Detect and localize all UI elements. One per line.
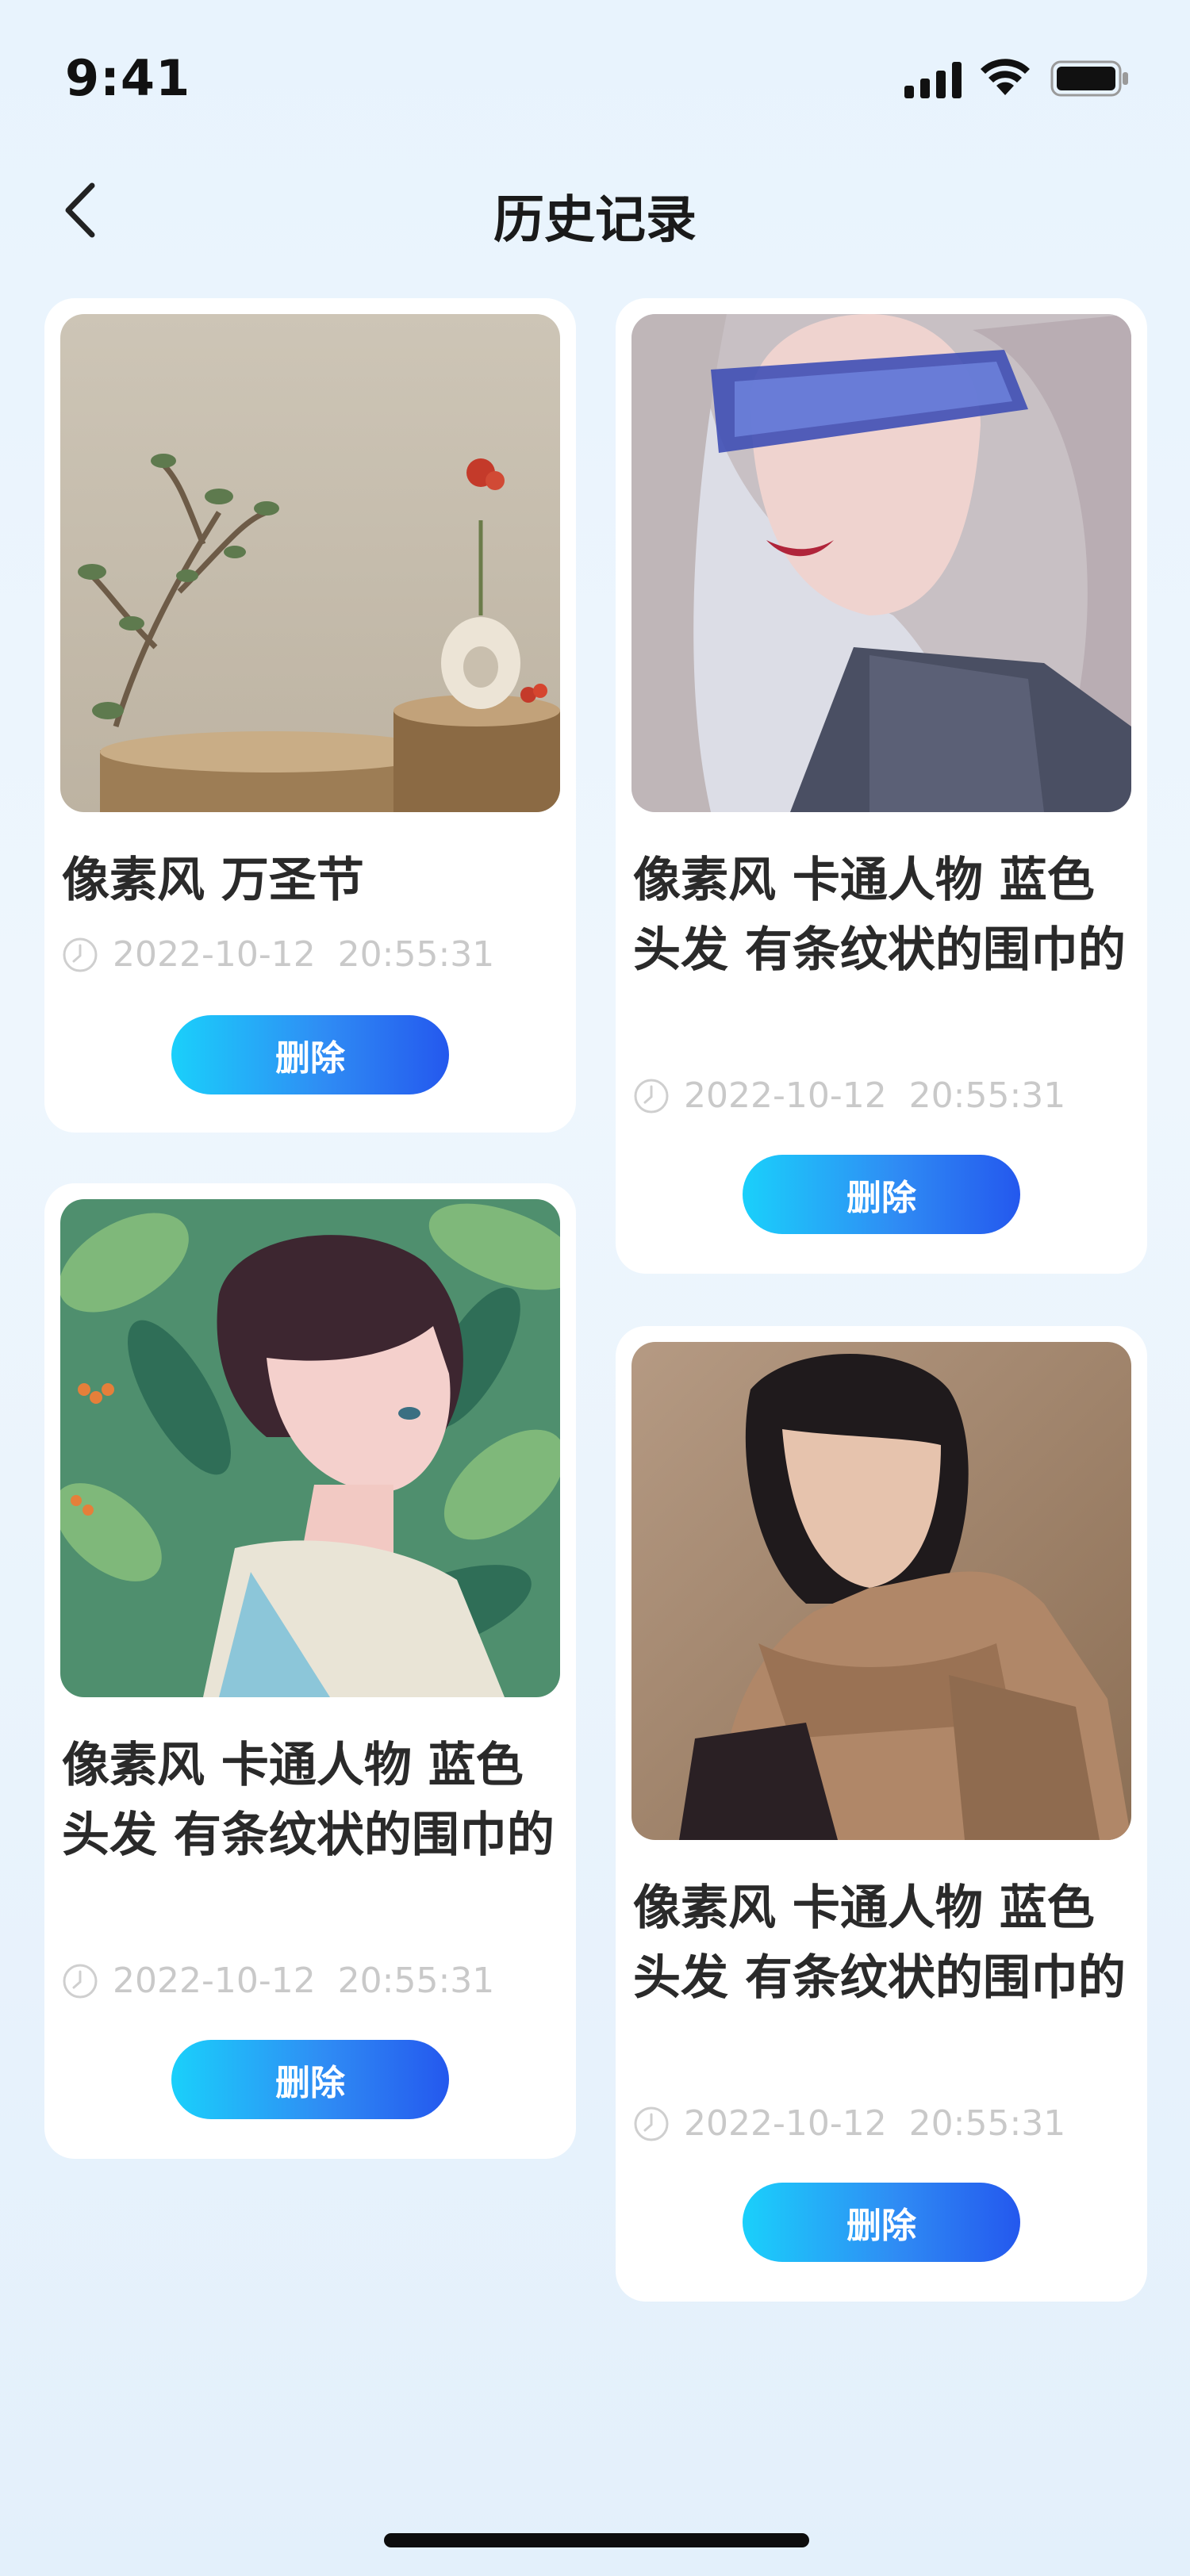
clock-icon [63,1964,98,1998]
anime-boy-in-leaves-image[interactable] [60,1199,560,1697]
delete-button[interactable]: 删除 [743,1155,1020,1234]
history-card: 像素风 万圣节 2022-10-12 20:55:31 删除 [44,298,576,1133]
card-timestamp: 2022-10-12 20:55:31 [113,1961,495,2001]
still-life-tree-stumps-image[interactable] [60,314,560,812]
card-title: 像素风 卡通人物 蓝色头发 有条纹状的围巾的 [633,1880,1126,2006]
card-timestamp-row: 2022-10-12 20:55:31 [62,1961,494,2001]
delete-button[interactable]: 删除 [743,2183,1020,2262]
woman-brown-scarf-portrait-image[interactable] [631,1342,1131,1840]
delete-button[interactable]: 删除 [171,1015,449,1094]
history-card: 像素风 卡通人物 蓝色头发 有条纹状的围巾的 2022-10-12 20:55:… [44,1183,576,2159]
status-bar: 9:41 [0,0,1190,151]
clock-icon [634,2106,669,2141]
card-title: 像素风 卡通人物 蓝色头发 有条纹状的围巾的 [62,1738,555,1863]
delete-button[interactable]: 删除 [171,2040,449,2119]
signal-icon [904,62,962,98]
nav-bar: 历史记录 [0,151,1190,270]
card-timestamp-row: 2022-10-12 20:55:31 [633,2103,1065,2144]
card-title: 像素风 卡通人物 蓝色头发 有条纹状的围巾的 [633,853,1126,978]
wifi-icon [981,59,1030,95]
page-title: 历史记录 [493,191,697,250]
card-timestamp: 2022-10-12 20:55:31 [684,1075,1066,1116]
clock-icon [63,937,98,972]
clock-icon [634,1079,669,1113]
history-card: 像素风 卡通人物 蓝色头发 有条纹状的围巾的 2022-10-12 20:55:… [616,1326,1147,2302]
card-timestamp-row: 2022-10-12 20:55:31 [633,1075,1065,1116]
home-indicator[interactable] [384,2533,809,2547]
card-title: 像素风 万圣节 [62,853,364,908]
woman-blue-visor-glasses-image[interactable] [631,314,1131,812]
card-timestamp: 2022-10-12 20:55:31 [113,934,495,975]
status-time: 9:41 [65,49,191,107]
card-timestamp: 2022-10-12 20:55:31 [684,2103,1066,2144]
card-timestamp-row: 2022-10-12 20:55:31 [62,934,494,975]
battery-icon [1050,60,1128,97]
history-card: 像素风 卡通人物 蓝色头发 有条纹状的围巾的 2022-10-12 20:55:… [616,298,1147,1274]
